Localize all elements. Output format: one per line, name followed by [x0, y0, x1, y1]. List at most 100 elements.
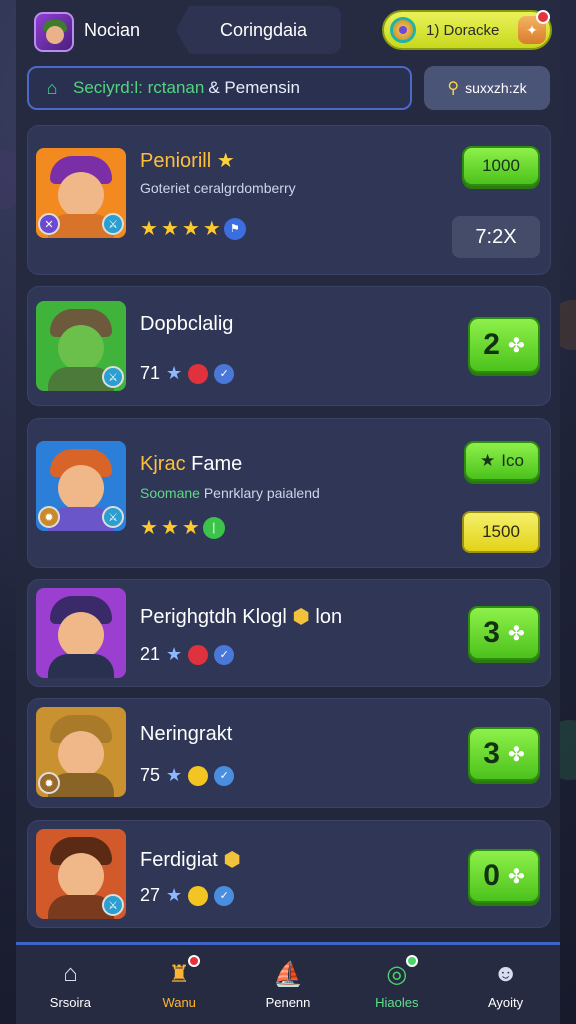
sort-button[interactable]: ⚲ suxxzh:zk — [424, 66, 550, 110]
character-avatar: ✹ — [36, 707, 126, 797]
sword-icon: ⚔ — [102, 894, 124, 916]
clover-icon: ✤ — [507, 334, 525, 357]
list-item[interactable]: ⚔ Dopbclalig 71 ★ ✓ 2 ✤ — [27, 286, 551, 406]
card-title: Kjrac Fame — [140, 453, 243, 475]
nav-item-compass[interactable]: ◎ Hiaoles — [347, 955, 447, 1010]
level-button[interactable]: 0 ✤ — [468, 849, 540, 903]
gem-icon — [188, 644, 209, 665]
coin-icon: ⬢ — [292, 606, 310, 628]
star-icon: ★ — [166, 885, 183, 905]
stat-value: 71 — [140, 363, 161, 383]
app-name: Nocian — [84, 20, 141, 40]
sword-icon: ⚔ — [102, 506, 124, 528]
card-stats: 75 ★ ✓ — [140, 765, 235, 786]
person-icon: ☻ — [492, 960, 519, 987]
star-icon: ★ — [166, 765, 183, 785]
sword-icon: ⚔ — [102, 366, 124, 388]
compass-icon: ◎ — [382, 955, 418, 989]
shield-icon: ✓ — [214, 765, 235, 786]
shield-icon: ✓ — [214, 644, 235, 665]
coin-icon — [188, 765, 209, 786]
gem-icon — [188, 363, 209, 384]
gem-icon: ❘ — [202, 516, 225, 539]
nav-item-boat[interactable]: ⛵ Penenn — [238, 959, 338, 1011]
currency-pill[interactable]: 1) Doracke ✦ — [382, 10, 552, 50]
character-avatar: ⚔ — [36, 301, 126, 391]
coin-icon — [390, 17, 416, 43]
nav-item-trophy[interactable]: ♜ Wanu — [129, 955, 229, 1010]
card-title: Peniorill ★ — [140, 150, 235, 172]
nav-label: Wanu — [162, 995, 196, 1010]
level-button[interactable]: 3 ✤ — [468, 727, 540, 781]
gear-icon: ✹ — [38, 506, 60, 528]
card-title: Dopbclalig — [140, 313, 234, 335]
search-placeholder-part1: Seciyrd:l: rctanan — [73, 78, 205, 97]
card-title: Neringrakt — [140, 723, 233, 745]
price-button[interactable]: 1000 — [462, 146, 540, 186]
card-stats: 21 ★ ✓ — [140, 644, 235, 665]
star-icon: ★ — [202, 218, 221, 240]
gear-icon: ✹ — [38, 772, 60, 794]
notification-dot — [188, 955, 201, 967]
app-avatar[interactable] — [34, 12, 74, 52]
shield-icon: ⚑ — [223, 217, 246, 240]
home-icon: ⌂ — [63, 960, 78, 987]
multiplier-button[interactable]: 7:2X — [452, 216, 540, 258]
clover-icon: ✤ — [507, 622, 525, 645]
star-icon: ★ — [216, 150, 235, 172]
star-icon: ★ — [166, 363, 183, 383]
level-button[interactable]: 3 ✤ — [468, 606, 540, 660]
nav-item-profile[interactable]: ☻ Ayoity — [456, 959, 556, 1010]
star-icon: ★ — [160, 218, 179, 240]
list-item[interactable]: Perighgtdh Klogl ⬢ lon 21 ★ ✓ 3 ✤ — [27, 579, 551, 687]
price-button[interactable]: 1500 — [462, 511, 540, 553]
clover-icon: ✤ — [507, 743, 525, 766]
currency-amount: 1) Doracke — [426, 21, 500, 39]
coin-icon: ⬢ — [223, 849, 241, 871]
list-item[interactable]: ✹ Neringrakt 75 ★ ✓ 3 ✤ — [27, 698, 551, 808]
top-header: Nocian Coringdaia 1) Doracke ✦ — [16, 0, 560, 62]
character-avatar: ⚔ — [36, 829, 126, 919]
stat-value: 75 — [140, 765, 161, 785]
nav-item-home[interactable]: ⌂ Srsoira — [20, 959, 120, 1010]
card-title: Perighgtdh Klogl ⬢ lon — [140, 606, 343, 628]
search-icon: ⌂ — [46, 77, 58, 98]
tab-active[interactable]: Coringdaia — [176, 6, 341, 54]
card-subtitle: Goteriet ceralgrdomberry — [140, 180, 296, 196]
trophy-icon: ♜ — [164, 955, 201, 989]
star-rating: ★ ★ ★ ★ ⚑ — [140, 216, 246, 241]
star-icon: ★ — [160, 517, 179, 539]
shield-icon: ✓ — [214, 363, 235, 384]
sort-button-label: suxxzh:zk — [465, 80, 527, 96]
star-icon: ★ — [181, 218, 200, 240]
list-item[interactable]: ✕ ⚔ Peniorill ★ Goteriet ceralgrdomberry… — [27, 125, 551, 275]
stat-value: 27 — [140, 885, 161, 905]
gift-icon[interactable]: ✦ — [518, 10, 550, 44]
notification-dot — [536, 10, 550, 24]
notification-dot — [405, 955, 418, 967]
star-icon: ★ — [480, 451, 496, 470]
level-button[interactable]: 2 ✤ — [468, 317, 540, 373]
character-avatar — [36, 588, 126, 678]
person-search-icon: ⚲ — [447, 80, 460, 97]
nav-label: Srsoira — [49, 995, 91, 1010]
sword-icon: ⚔ — [102, 213, 124, 235]
list-item[interactable]: ✹ ⚔ Kjrac Fame Soomane Penrklary paialen… — [27, 418, 551, 568]
card-stats: 27 ★ ✓ — [140, 885, 235, 906]
star-icon: ★ — [140, 517, 158, 539]
search-input[interactable]: ⌂ Seciyrd:l: rctanan & Pemensin — [27, 66, 412, 110]
nav-label: Hiaoles — [375, 995, 419, 1010]
card-title: Ferdigiat ⬢ — [140, 849, 241, 871]
star-icon: ★ — [181, 517, 200, 539]
crossed-swords-icon: ✕ — [38, 213, 60, 235]
bonus-button[interactable]: ★ Ico — [464, 441, 540, 481]
card-subtitle: Soomane Penrklary paialend — [140, 485, 320, 501]
nav-label: Penenn — [265, 995, 311, 1010]
character-avatar: ✹ ⚔ — [36, 441, 126, 531]
star-rating: ★ ★ ★ ❘ — [140, 515, 225, 540]
coin-icon — [188, 885, 209, 906]
list-item[interactable]: ⚔ Ferdigiat ⬢ 27 ★ ✓ 0 ✤ — [27, 820, 551, 928]
card-stats: 71 ★ ✓ — [140, 363, 235, 384]
shield-icon: ✓ — [214, 885, 235, 906]
clover-icon: ✤ — [507, 865, 525, 888]
